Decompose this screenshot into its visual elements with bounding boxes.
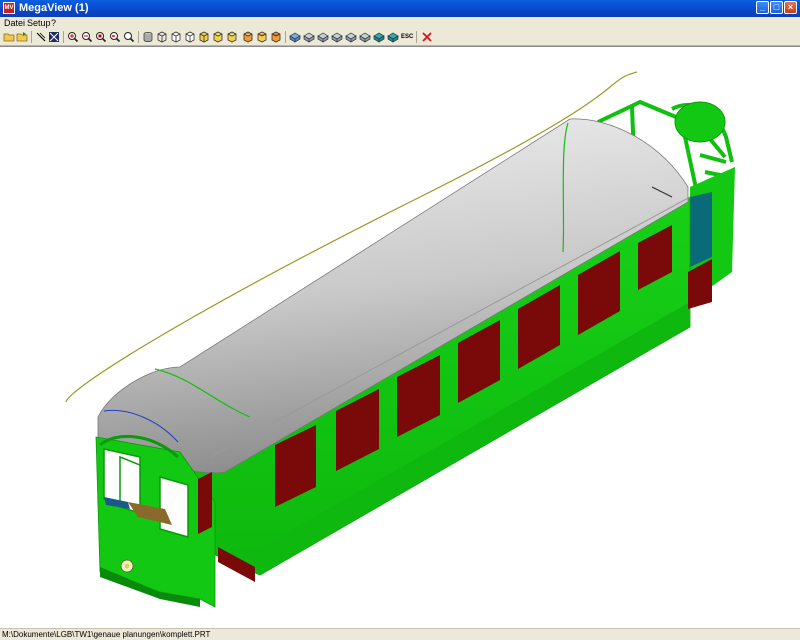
main-window: MV MegaView (1) _ □ × Datei Setup ? ESC …	[0, 0, 800, 640]
view-iso-2-icon[interactable]	[359, 31, 371, 43]
shade-gouraud-icon[interactable]	[198, 31, 210, 43]
view-cube-1-icon[interactable]	[212, 31, 224, 43]
minimize-button[interactable]: _	[756, 1, 769, 14]
menu-bar: Datei Setup ?	[0, 17, 800, 29]
zoom-fit-icon[interactable]	[123, 31, 135, 43]
menu-setup[interactable]: Setup	[27, 18, 51, 28]
tram-model-render	[65, 71, 735, 608]
shade-wire-icon[interactable]	[156, 31, 168, 43]
view-cube-2-icon[interactable]	[226, 31, 238, 43]
select-line-icon[interactable]	[35, 31, 47, 43]
toolbar-separator	[138, 31, 139, 43]
zoom-in-icon[interactable]	[67, 31, 79, 43]
view-left-icon[interactable]	[289, 31, 301, 43]
window-title: MegaView (1)	[19, 2, 89, 14]
zoom-out-icon[interactable]	[81, 31, 93, 43]
view-iso-4-icon[interactable]	[387, 31, 399, 43]
shade-hidden-icon[interactable]	[170, 31, 182, 43]
view-top-icon[interactable]	[317, 31, 329, 43]
toolbar-separator	[63, 31, 64, 43]
close-button[interactable]: ×	[784, 1, 797, 14]
menu-help[interactable]: ?	[51, 18, 56, 28]
maximize-button[interactable]: □	[770, 1, 783, 14]
exit-icon[interactable]	[421, 31, 433, 43]
view-iso-3-icon[interactable]	[373, 31, 385, 43]
open-file-icon[interactable]	[3, 31, 15, 43]
select-cross-icon[interactable]	[48, 31, 60, 43]
view-bottom-icon[interactable]	[331, 31, 343, 43]
escape-icon[interactable]: ESC	[401, 31, 413, 43]
view-front-icon[interactable]	[256, 31, 268, 43]
status-bar: M:\Dokumente\LGB\TW1\genaue planungen\ko…	[0, 628, 800, 640]
shade-flat-icon[interactable]	[184, 31, 196, 43]
toolbar-separator	[285, 31, 286, 43]
zoom-window-icon[interactable]	[95, 31, 107, 43]
view-back-icon[interactable]	[270, 31, 282, 43]
shade-solid-icon[interactable]	[142, 31, 154, 43]
3d-viewport[interactable]	[0, 46, 800, 628]
toolbar-separator	[31, 31, 32, 43]
toolbar-separator	[416, 31, 417, 43]
save-file-icon[interactable]	[16, 31, 28, 43]
toolbar: ESC	[0, 29, 800, 46]
view-iso-icon[interactable]	[345, 31, 357, 43]
status-file-path: M:\Dokumente\LGB\TW1\genaue planungen\ko…	[2, 630, 211, 639]
view-cube-3-icon[interactable]	[242, 31, 254, 43]
menu-datei[interactable]: Datei	[4, 18, 25, 28]
view-right-icon[interactable]	[303, 31, 315, 43]
app-logo-icon[interactable]: MV	[3, 2, 15, 14]
title-bar[interactable]: MV MegaView (1) _ □ ×	[0, 0, 800, 17]
zoom-previous-icon[interactable]	[109, 31, 121, 43]
